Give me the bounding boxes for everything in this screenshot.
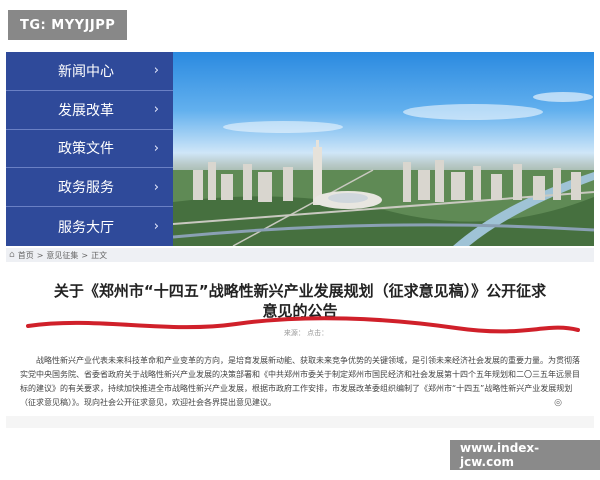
- sidebar-item-news[interactable]: 新闻中心 ›: [6, 52, 173, 91]
- city-skyline-graphic: [173, 92, 594, 246]
- chevron-right-icon: ›: [153, 219, 159, 235]
- watermark-tag: TG: MYYJJPP: [8, 10, 128, 40]
- sidebar-item-development[interactable]: 发展改革 ›: [6, 91, 173, 130]
- breadcrumb: ⌂ 首页 > 意见征集 > 正文: [6, 248, 594, 262]
- sidebar-item-services[interactable]: 政务服务 ›: [6, 168, 173, 208]
- home-icon: ⌂: [9, 250, 15, 260]
- chevron-right-icon: ›: [153, 140, 159, 156]
- bottom-strip: [6, 416, 594, 428]
- sidebar-item-policy[interactable]: 政策文件 ›: [6, 130, 173, 169]
- article-body: 战略性新兴产业代表未来科技革命和产业变革的方向，是培育发展新动能、获取未来竞争优…: [20, 356, 580, 407]
- sidebar-item-label: 政策文件: [58, 141, 114, 158]
- breadcrumb-home[interactable]: 首页: [18, 250, 34, 261]
- sidebar-item-label: 服务大厅: [58, 219, 114, 236]
- sidebar-nav: 新闻中心 › 发展改革 › 政策文件 › 政务服务 › 服务大厅 ›: [6, 52, 173, 246]
- chevron-right-icon: ›: [153, 179, 159, 195]
- watermark-url: www.index-jcw.com: [450, 440, 600, 470]
- article-title-line1: 关于《郑州市“十四五”战略性新兴产业发展规划（征求意见稿）》公开征求: [53, 282, 547, 300]
- breadcrumb-separator: >: [36, 250, 44, 260]
- chevron-right-icon: ›: [153, 63, 159, 79]
- breadcrumb-section[interactable]: 意见征集: [46, 250, 78, 261]
- breadcrumb-current: 正文: [91, 250, 108, 260]
- breadcrumb-separator: >: [81, 250, 89, 260]
- screenshot-frame: 新闻中心 › 发展改革 › 政策文件 › 政务服务 › 服务大厅 › ⌂ 首页 …: [6, 52, 594, 428]
- sidebar-item-label: 发展改革: [58, 102, 114, 119]
- sidebar-item-label: 新闻中心: [58, 63, 114, 80]
- hero-city-image: [173, 52, 594, 246]
- wechat-watermark-icon: ◎: [530, 392, 586, 414]
- sidebar-item-label: 政务服务: [58, 180, 114, 197]
- chevron-right-icon: ›: [153, 102, 159, 118]
- red-underline-annotation: [26, 316, 580, 334]
- sidebar-item-hall[interactable]: 服务大厅 ›: [6, 207, 173, 246]
